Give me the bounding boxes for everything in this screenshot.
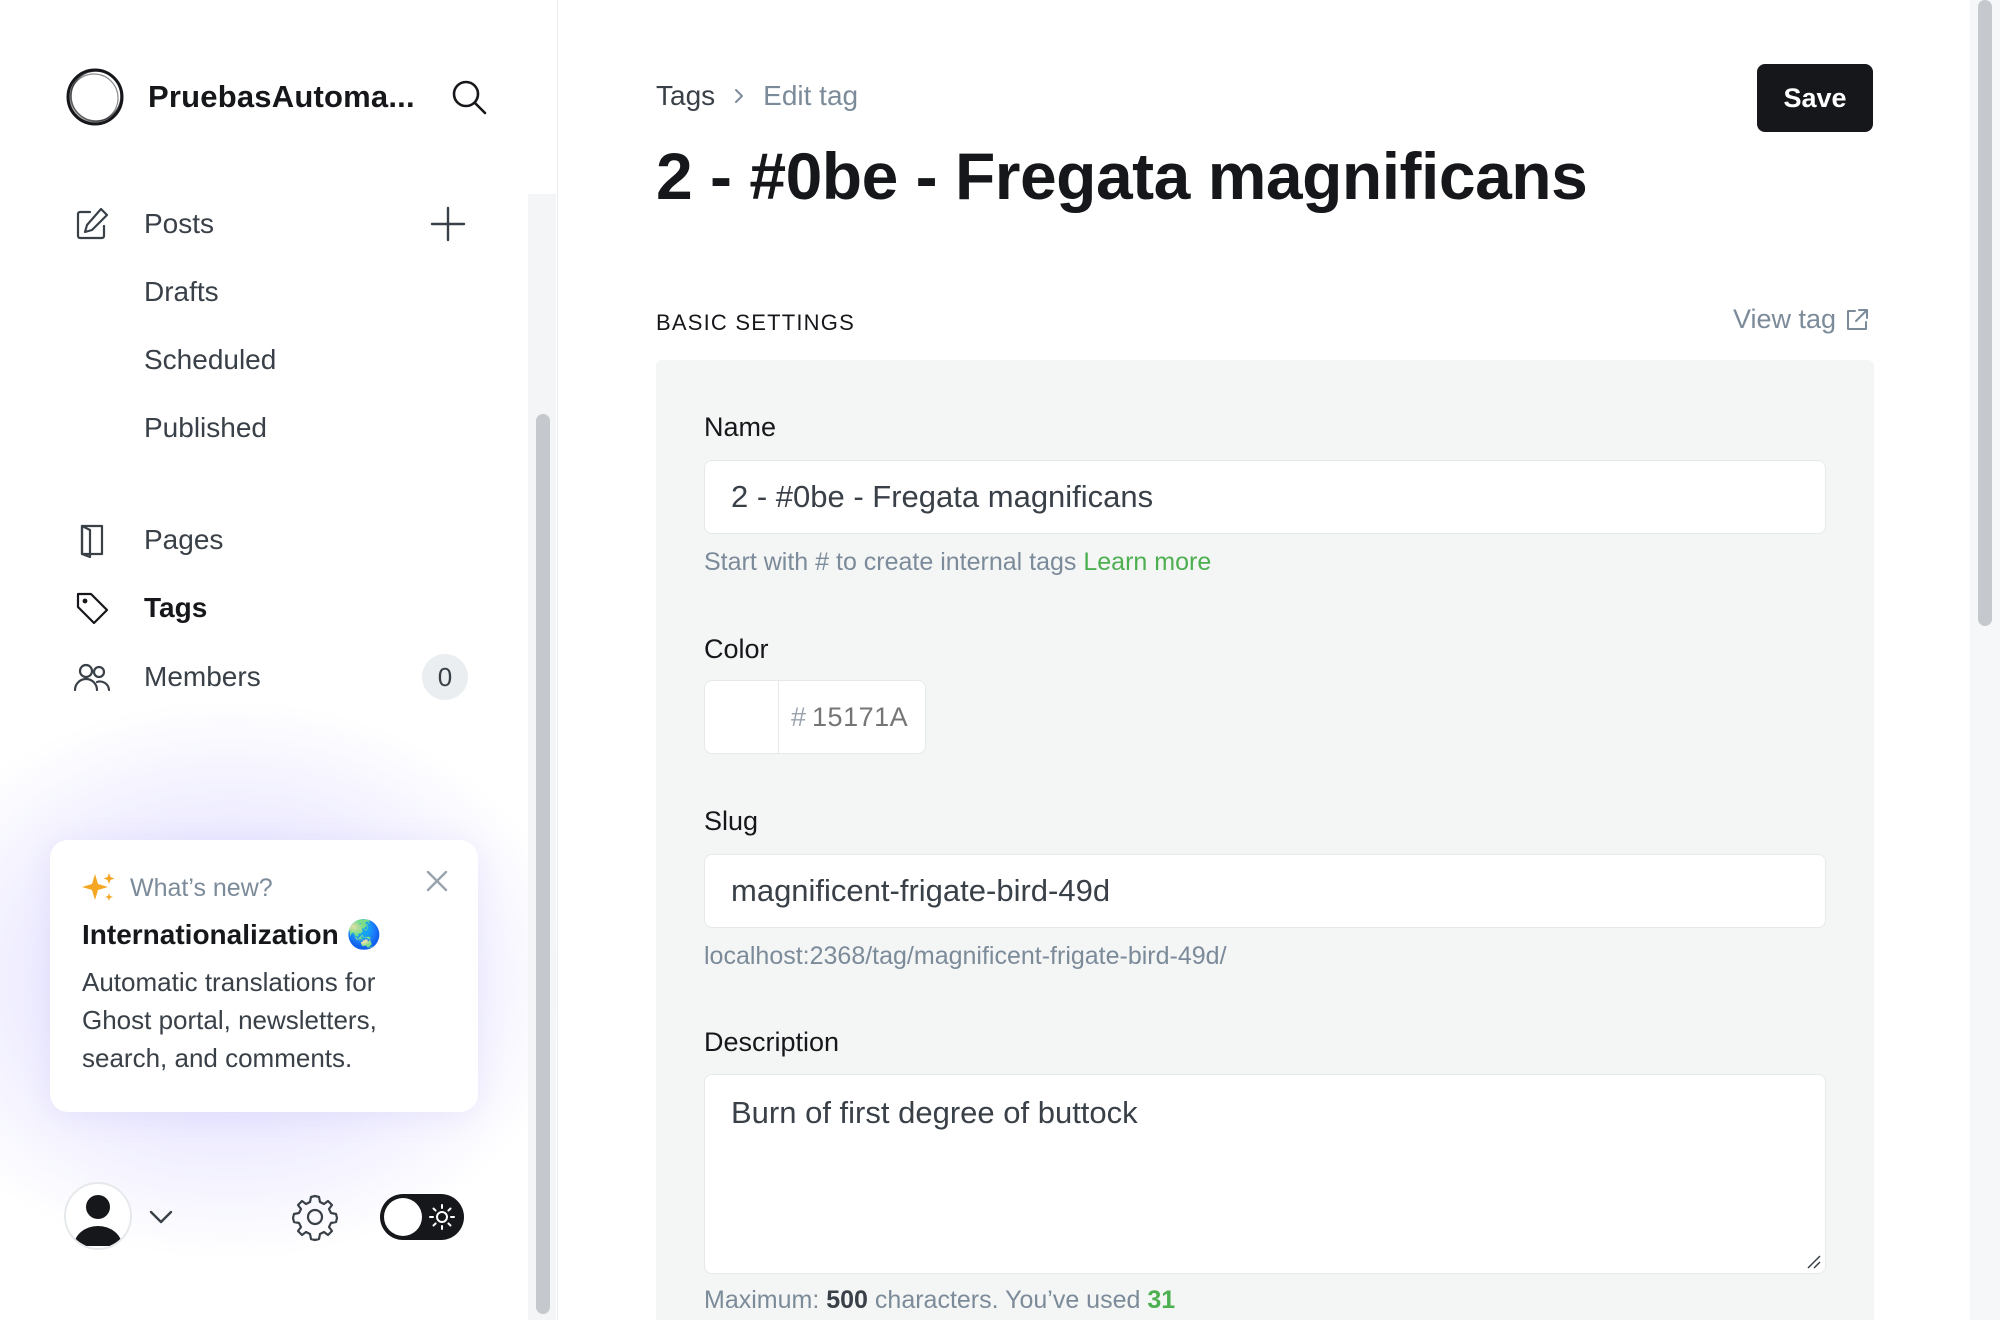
learn-more-link[interactable]: Learn more [1083, 548, 1211, 576]
used-prefix: characters. You’ve used [874, 1286, 1141, 1314]
basic-settings-panel: Name Start with # to create internal tag… [656, 360, 1874, 1320]
sidebar-item-posts[interactable]: Posts [72, 196, 472, 252]
max-value: 500 [826, 1286, 868, 1314]
user-avatar-icon [74, 1195, 122, 1246]
slug-input[interactable] [704, 854, 1826, 928]
toggle-knob [384, 1198, 422, 1236]
edit-icon [72, 204, 112, 244]
search-icon [452, 80, 487, 115]
whats-new-title: Internationalization 🌏 [82, 919, 382, 950]
close-whats-new-button[interactable] [422, 866, 452, 896]
theme-toggle[interactable] [380, 1194, 464, 1240]
whats-new-kicker: What’s new? [130, 873, 273, 902]
members-count-badge: 0 [422, 654, 468, 700]
sidebar-item-label: Tags [144, 592, 208, 623]
slug-label: Slug [704, 806, 759, 836]
chevron-down-icon[interactable] [146, 1202, 176, 1232]
external-link-icon [1847, 308, 1869, 330]
site-title[interactable]: PruebasAutoma... [148, 79, 415, 115]
gear-icon[interactable] [290, 1192, 340, 1242]
sidebar-item-drafts[interactable]: Drafts [144, 267, 219, 317]
chevron-right-icon [735, 89, 744, 103]
page-title: 2 - #0be - Fregata magnificans [656, 139, 1588, 213]
name-input[interactable] [704, 460, 1826, 534]
add-post-button[interactable] [426, 202, 470, 246]
sidebar-item-pages[interactable]: Pages [72, 512, 472, 568]
color-swatch[interactable] [705, 681, 779, 753]
plus-icon [430, 206, 466, 242]
char-count: Maximum: 500 characters. You’ve used 31 [704, 1286, 1175, 1315]
breadcrumb: Tags Edit tag [656, 80, 858, 112]
name-hint-text: Start with # to create internal tags [704, 548, 1077, 576]
close-icon [426, 870, 448, 892]
page-icon [72, 520, 112, 560]
whats-new-body: Automatic translations for Ghost portal,… [82, 967, 377, 1073]
color-label: Color [704, 634, 769, 664]
color-field: # [704, 680, 926, 754]
description-textarea[interactable]: Burn of first degree of buttock [704, 1074, 1826, 1274]
sidebar-item-label: Pages [144, 524, 224, 555]
color-hash: # [791, 702, 807, 732]
whats-new-card[interactable]: What’s new? Internationalization 🌏 Autom… [50, 840, 478, 1112]
sparkle-icon [82, 873, 115, 901]
description-label: Description [704, 1027, 840, 1057]
view-tag-label: View tag [1733, 304, 1837, 334]
sidebar-item-scheduled[interactable]: Scheduled [144, 335, 276, 385]
site-header: PruebasAutoma... [64, 62, 504, 132]
tag-icon [72, 588, 112, 628]
resize-grip-icon[interactable] [1806, 1254, 1822, 1270]
sidebar-scrollbar-thumb[interactable] [536, 414, 550, 1314]
breadcrumb-current: Edit tag [763, 80, 859, 111]
sidebar-item-tags[interactable]: Tags [72, 580, 472, 636]
search-button[interactable] [444, 72, 494, 122]
breadcrumb-tags-link[interactable]: Tags [656, 80, 715, 112]
members-icon [72, 657, 112, 697]
sidebar-item-label: Posts [144, 208, 215, 239]
main-content: Tags Edit tag Save 2 - #0be - Fregata ma… [560, 0, 1970, 1320]
color-input[interactable] [812, 681, 923, 753]
save-button[interactable]: Save [1757, 64, 1873, 132]
view-tag-link[interactable]: View tag [1733, 304, 1870, 335]
name-label: Name [704, 412, 777, 442]
sidebar-item-published[interactable]: Published [144, 403, 267, 453]
sidebar-item-members[interactable]: Members [72, 649, 472, 705]
avatar[interactable] [64, 1182, 132, 1250]
page-scrollbar-thumb[interactable] [1978, 0, 1992, 626]
sidebar-footer [64, 1182, 476, 1252]
sidebar: PruebasAutoma... Posts Drafts Scheduled … [0, 0, 558, 1320]
used-value: 31 [1147, 1286, 1176, 1314]
section-label: BASIC SETTINGS [656, 310, 855, 335]
ghost-logo-icon[interactable] [64, 66, 126, 128]
sun-icon [429, 1204, 455, 1230]
slug-url: localhost:2368/tag/magnificent-frigate-b… [704, 942, 1227, 970]
sidebar-item-label: Members [144, 661, 261, 692]
name-hint: Start with # to create internal tags Lea… [704, 548, 1211, 577]
max-prefix: Maximum: [704, 1286, 820, 1314]
